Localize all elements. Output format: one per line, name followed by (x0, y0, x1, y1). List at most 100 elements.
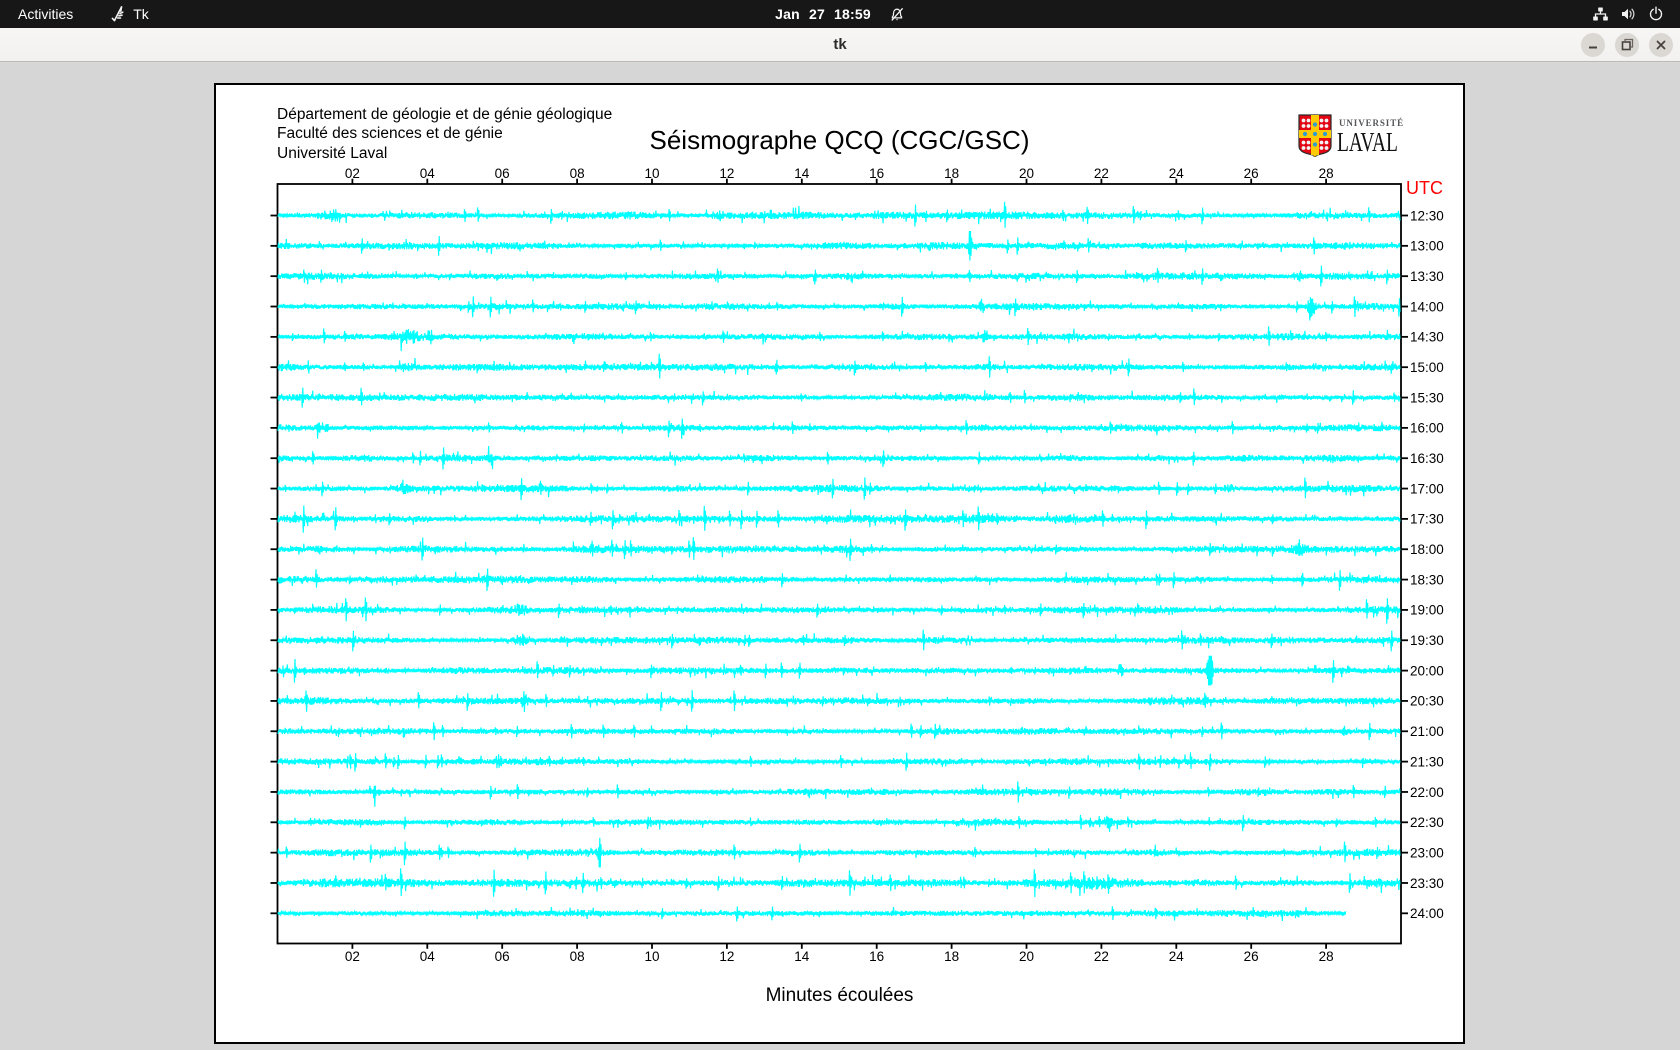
x-tick-label-top: 16 (869, 166, 884, 181)
utc-axis-label: UTC (1406, 178, 1443, 198)
utc-time-label: 24:00 (1410, 906, 1444, 921)
seismogram-trace-row (277, 537, 1401, 561)
x-tick-label-bottom: 24 (1169, 949, 1185, 964)
x-tick-label-bottom: 20 (1019, 949, 1034, 964)
x-tick-label-top: 18 (944, 166, 959, 181)
x-tick-label-top: 14 (794, 166, 810, 181)
close-button[interactable] (1649, 32, 1673, 57)
utc-time-label: 15:30 (1410, 390, 1444, 405)
seismogram-trace-row (277, 752, 1401, 772)
x-tick-label-top: 20 (1019, 166, 1034, 181)
utc-time-label: 21:30 (1410, 754, 1444, 769)
utc-time-label: 23:00 (1410, 845, 1444, 860)
seismogram-trace-row (277, 814, 1401, 832)
x-tick-label-bottom: 26 (1244, 949, 1259, 964)
seismogram-trace-row (277, 230, 1401, 261)
utc-time-label: 20:30 (1410, 694, 1444, 709)
restore-icon (1621, 38, 1633, 51)
utc-time-label: 16:00 (1410, 421, 1444, 436)
x-tick-label-top: 08 (570, 166, 585, 181)
logo-laval-text: LAVAL (1337, 127, 1398, 157)
notifications-off-icon (891, 7, 903, 21)
x-axis-title: Minutes écoulées (765, 985, 914, 1006)
seismogram-trace-row (277, 201, 1401, 228)
utc-time-label: 19:00 (1410, 603, 1444, 618)
utc-time-label: 21:00 (1410, 724, 1444, 739)
system-status-area[interactable] (1592, 0, 1680, 28)
seismogram-trace-row (277, 597, 1401, 624)
x-tick-label-bottom: 08 (570, 949, 585, 964)
x-tick-label-top: 22 (1094, 166, 1109, 181)
utc-time-label: 19:30 (1410, 633, 1444, 648)
x-tick-label-top: 06 (495, 166, 510, 181)
address-line-1: Département de géologie et de génie géol… (277, 106, 613, 123)
plot-border (276, 183, 1402, 945)
minimize-button[interactable] (1581, 32, 1605, 57)
seismogram-trace-row (277, 353, 1401, 379)
seismogram-trace-row (277, 477, 1401, 501)
utc-time-label: 14:30 (1410, 330, 1444, 345)
chart-title: Séismographe QCQ (CGC/GSC) (649, 125, 1030, 155)
seismogram-trace-row (277, 505, 1401, 533)
utc-time-label: 18:30 (1410, 572, 1444, 587)
seismogram-trace-row (277, 326, 1401, 352)
x-tick-label-bottom: 28 (1319, 949, 1334, 964)
utc-time-label: 17:00 (1410, 481, 1444, 496)
utc-time-label: 20:00 (1410, 663, 1444, 678)
x-tick-label-top: 02 (345, 166, 360, 181)
x-tick-label-bottom: 04 (420, 949, 436, 964)
minimize-icon (1589, 46, 1597, 48)
seismogram-trace-row (277, 568, 1401, 592)
x-tick-label-bottom: 14 (794, 949, 810, 964)
universite-laval-logo: UNIVERSITÉ LAVAL (1298, 112, 1428, 162)
x-tick-label-top: 04 (420, 166, 436, 181)
tk-window-content: 02 02 04 04 06 06 08 08 10 10 12 12 14 14 16 16 18 18 20 20… (0, 63, 1680, 1050)
x-tick-label-top: 28 (1319, 166, 1334, 181)
restore-button[interactable] (1615, 32, 1639, 57)
network-wired-icon (1593, 7, 1608, 21)
utc-time-label: 15:00 (1410, 360, 1444, 375)
seismogram-trace-row (277, 265, 1401, 287)
laval-shield-icon (1298, 114, 1332, 158)
seismogram-trace-row (277, 655, 1401, 686)
clock-label[interactable]: Jan 27 18:59 (775, 6, 871, 22)
x-tick-label-top: 12 (719, 166, 734, 181)
utc-time-label: 18:00 (1410, 542, 1444, 557)
x-tick-label-bottom: 10 (644, 949, 659, 964)
seismogram-trace-row (277, 387, 1401, 408)
utc-time-label: 23:30 (1410, 876, 1444, 891)
power-icon (1649, 6, 1663, 21)
utc-time-label: 12:30 (1410, 208, 1444, 223)
seismogram-trace-row (277, 629, 1401, 652)
utc-time-label: 16:30 (1410, 451, 1444, 466)
utc-time-label: 17:30 (1410, 512, 1444, 527)
x-tick-label-bottom: 22 (1094, 949, 1109, 964)
x-tick-label-bottom: 16 (869, 949, 884, 964)
seismogram-trace-row (277, 445, 1401, 470)
utc-time-label: 22:00 (1410, 785, 1444, 800)
seismogram-trace-row (277, 296, 1401, 321)
seismogram-trace-row (277, 837, 1401, 868)
seismogram-trace-row (277, 906, 1347, 922)
x-tick-label-bottom: 02 (345, 949, 360, 964)
close-icon (1656, 40, 1666, 49)
seismogram-plot: 02 02 04 04 06 06 08 08 10 10 12 12 14 14 16 16 18 18 20 20… (270, 166, 1444, 964)
volume-icon (1622, 8, 1635, 20)
seismogram-trace-row (277, 781, 1401, 807)
x-tick-label-top: 10 (644, 166, 659, 181)
window-title: tk (833, 36, 847, 53)
seismogram-trace-row (277, 722, 1401, 741)
window-title-bar[interactable]: tk (0, 28, 1680, 62)
x-tick-label-top: 26 (1244, 166, 1259, 181)
seismogram-trace-row (277, 868, 1401, 898)
x-tick-label-bottom: 18 (944, 949, 959, 964)
x-tick-label-bottom: 12 (719, 949, 734, 964)
seismogram-trace-row (277, 418, 1401, 439)
utc-time-label: 22:30 (1410, 815, 1444, 830)
seismograph-canvas: 02 02 04 04 06 06 08 08 10 10 12 12 14 14 16 16 18 18 20 20… (214, 83, 1465, 1044)
utc-time-label: 13:30 (1410, 269, 1444, 284)
gnome-top-bar: Activities Tk Jan 27 18:59 (0, 0, 1680, 28)
utc-time-label: 14:00 (1410, 299, 1444, 314)
seismogram-trace-row (277, 690, 1401, 713)
x-tick-label-top: 24 (1169, 166, 1185, 181)
